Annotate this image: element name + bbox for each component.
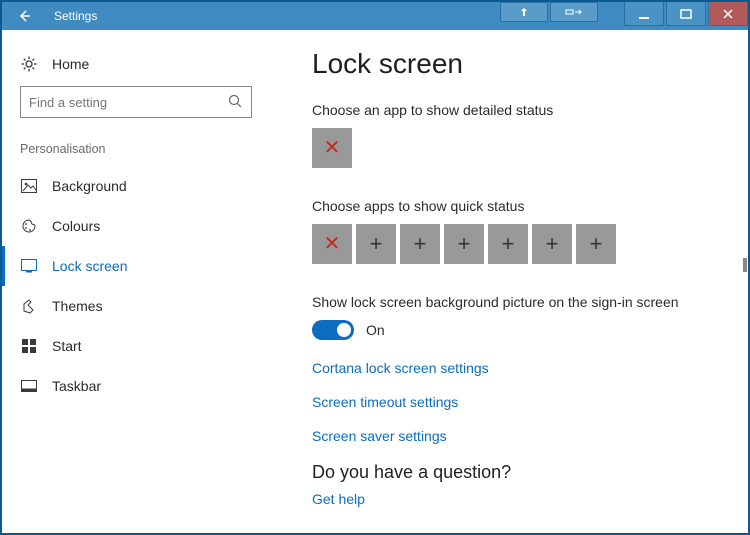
plus-icon: + [370,231,383,257]
quick-status-tile-1[interactable]: ✕ [312,224,352,264]
sidebar-item-label: Lock screen [38,258,127,274]
sidebar-item-lock-screen[interactable]: Lock screen [2,246,270,286]
home-button[interactable]: Home [2,50,270,86]
titlebar: Settings [2,2,748,30]
sidebar-item-label: Colours [38,218,100,234]
body: Home Personalisation Background Colo [2,30,748,533]
question-heading: Do you have a question? [312,462,722,483]
titlebar-aux-button-1[interactable] [500,2,548,22]
lock-screen-icon [20,259,38,273]
category-header: Personalisation [2,142,270,166]
back-button[interactable] [2,2,46,30]
page-title: Lock screen [312,48,722,80]
plus-icon: + [502,231,515,257]
titlebar-middle-group [500,2,598,22]
quick-status-tile-4[interactable]: + [444,224,484,264]
detailed-status-label: Choose an app to show detailed status [312,102,722,118]
plus-icon: + [546,231,559,257]
signin-bg-label: Show lock screen background picture on t… [312,294,722,310]
toggle-state: On [366,322,385,338]
window-title: Settings [46,9,97,23]
sidebar-item-label: Taskbar [38,378,101,394]
remove-icon: ✕ [324,138,341,158]
close-button[interactable] [708,2,748,26]
sidebar-item-label: Themes [38,298,103,314]
detailed-status-tile[interactable]: ✕ [312,128,352,168]
plus-icon: + [458,231,471,257]
taskbar-icon [20,380,38,392]
start-icon [20,339,38,353]
quick-status-tile-3[interactable]: + [400,224,440,264]
settings-window: Settings [0,0,750,535]
plus-icon: + [590,231,603,257]
titlebar-right-group [622,2,748,26]
minimize-button[interactable] [624,2,664,26]
search-box[interactable] [20,86,252,118]
quick-status-row: ✕ + + + + + + [312,224,722,264]
detailed-status-row: ✕ [312,128,722,168]
cortana-link[interactable]: Cortana lock screen settings [312,360,722,376]
sidebar-item-taskbar[interactable]: Taskbar [2,366,270,406]
themes-icon [20,298,38,314]
get-help-link[interactable]: Get help [312,491,722,507]
sidebar-item-start[interactable]: Start [2,326,270,366]
search-icon [227,93,243,109]
sidebar-item-background[interactable]: Background [2,166,270,206]
quick-status-tile-2[interactable]: + [356,224,396,264]
search-input[interactable] [21,95,251,110]
sidebar-item-label: Start [38,338,82,354]
saver-link[interactable]: Screen saver settings [312,428,722,444]
maximize-button[interactable] [666,2,706,26]
quick-status-tile-5[interactable]: + [488,224,528,264]
home-label: Home [38,56,89,72]
palette-icon [20,218,38,234]
sidebar-item-themes[interactable]: Themes [2,286,270,326]
signin-bg-toggle-row: On [312,320,722,340]
plus-icon: + [414,231,427,257]
content: Lock screen Choose an app to show detail… [270,30,748,533]
scrollbar-thumb[interactable] [743,258,747,272]
gear-icon [20,56,38,72]
signin-bg-toggle[interactable] [312,320,354,340]
sidebar: Home Personalisation Background Colo [2,30,270,533]
titlebar-aux-button-2[interactable] [550,2,598,22]
quick-status-label: Choose apps to show quick status [312,198,722,214]
remove-icon: ✕ [324,234,341,254]
sidebar-item-label: Background [38,178,127,194]
picture-icon [20,179,38,193]
quick-status-tile-6[interactable]: + [532,224,572,264]
quick-status-tile-7[interactable]: + [576,224,616,264]
timeout-link[interactable]: Screen timeout settings [312,394,722,410]
sidebar-item-colours[interactable]: Colours [2,206,270,246]
